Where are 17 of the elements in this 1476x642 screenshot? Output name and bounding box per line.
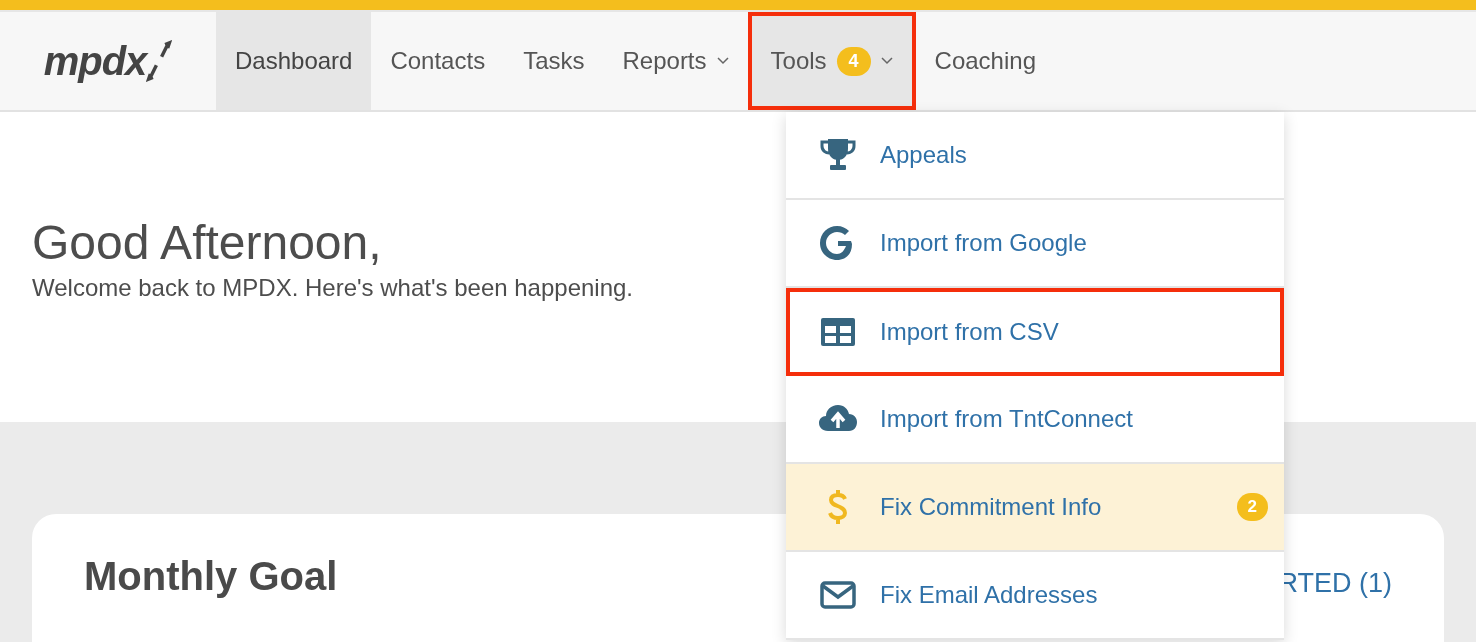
count-badge: 2 [1236,493,1268,521]
nav-link[interactable]: Contacts [371,12,505,110]
nav-link[interactable]: Tasks [504,12,604,110]
menu-item[interactable]: Import from CSV [786,288,1284,376]
greeting-subtitle: Welcome back to MPDX. Here's what's been happening. [32,273,634,302]
card-title: Monthly Goal [84,554,338,599]
count-badge: 4 [836,46,871,76]
nav-link[interactable]: Tools 4 [747,12,916,110]
menu-item[interactable]: Appeals [786,112,1284,200]
nav-link[interactable]: Reports [603,12,748,110]
menu-item[interactable]: Import from Google [786,200,1284,288]
menu-item[interactable]: Fix Commitment Info 2 [786,464,1284,552]
logo[interactable]: mpdx [0,12,216,110]
menu-item[interactable]: Fix Email Addresses [786,552,1284,640]
greeting-title: Good Afternoon, [32,217,382,270]
nav-link[interactable]: Coaching [915,12,1055,110]
nav-link[interactable]: Dashboard [216,12,372,110]
